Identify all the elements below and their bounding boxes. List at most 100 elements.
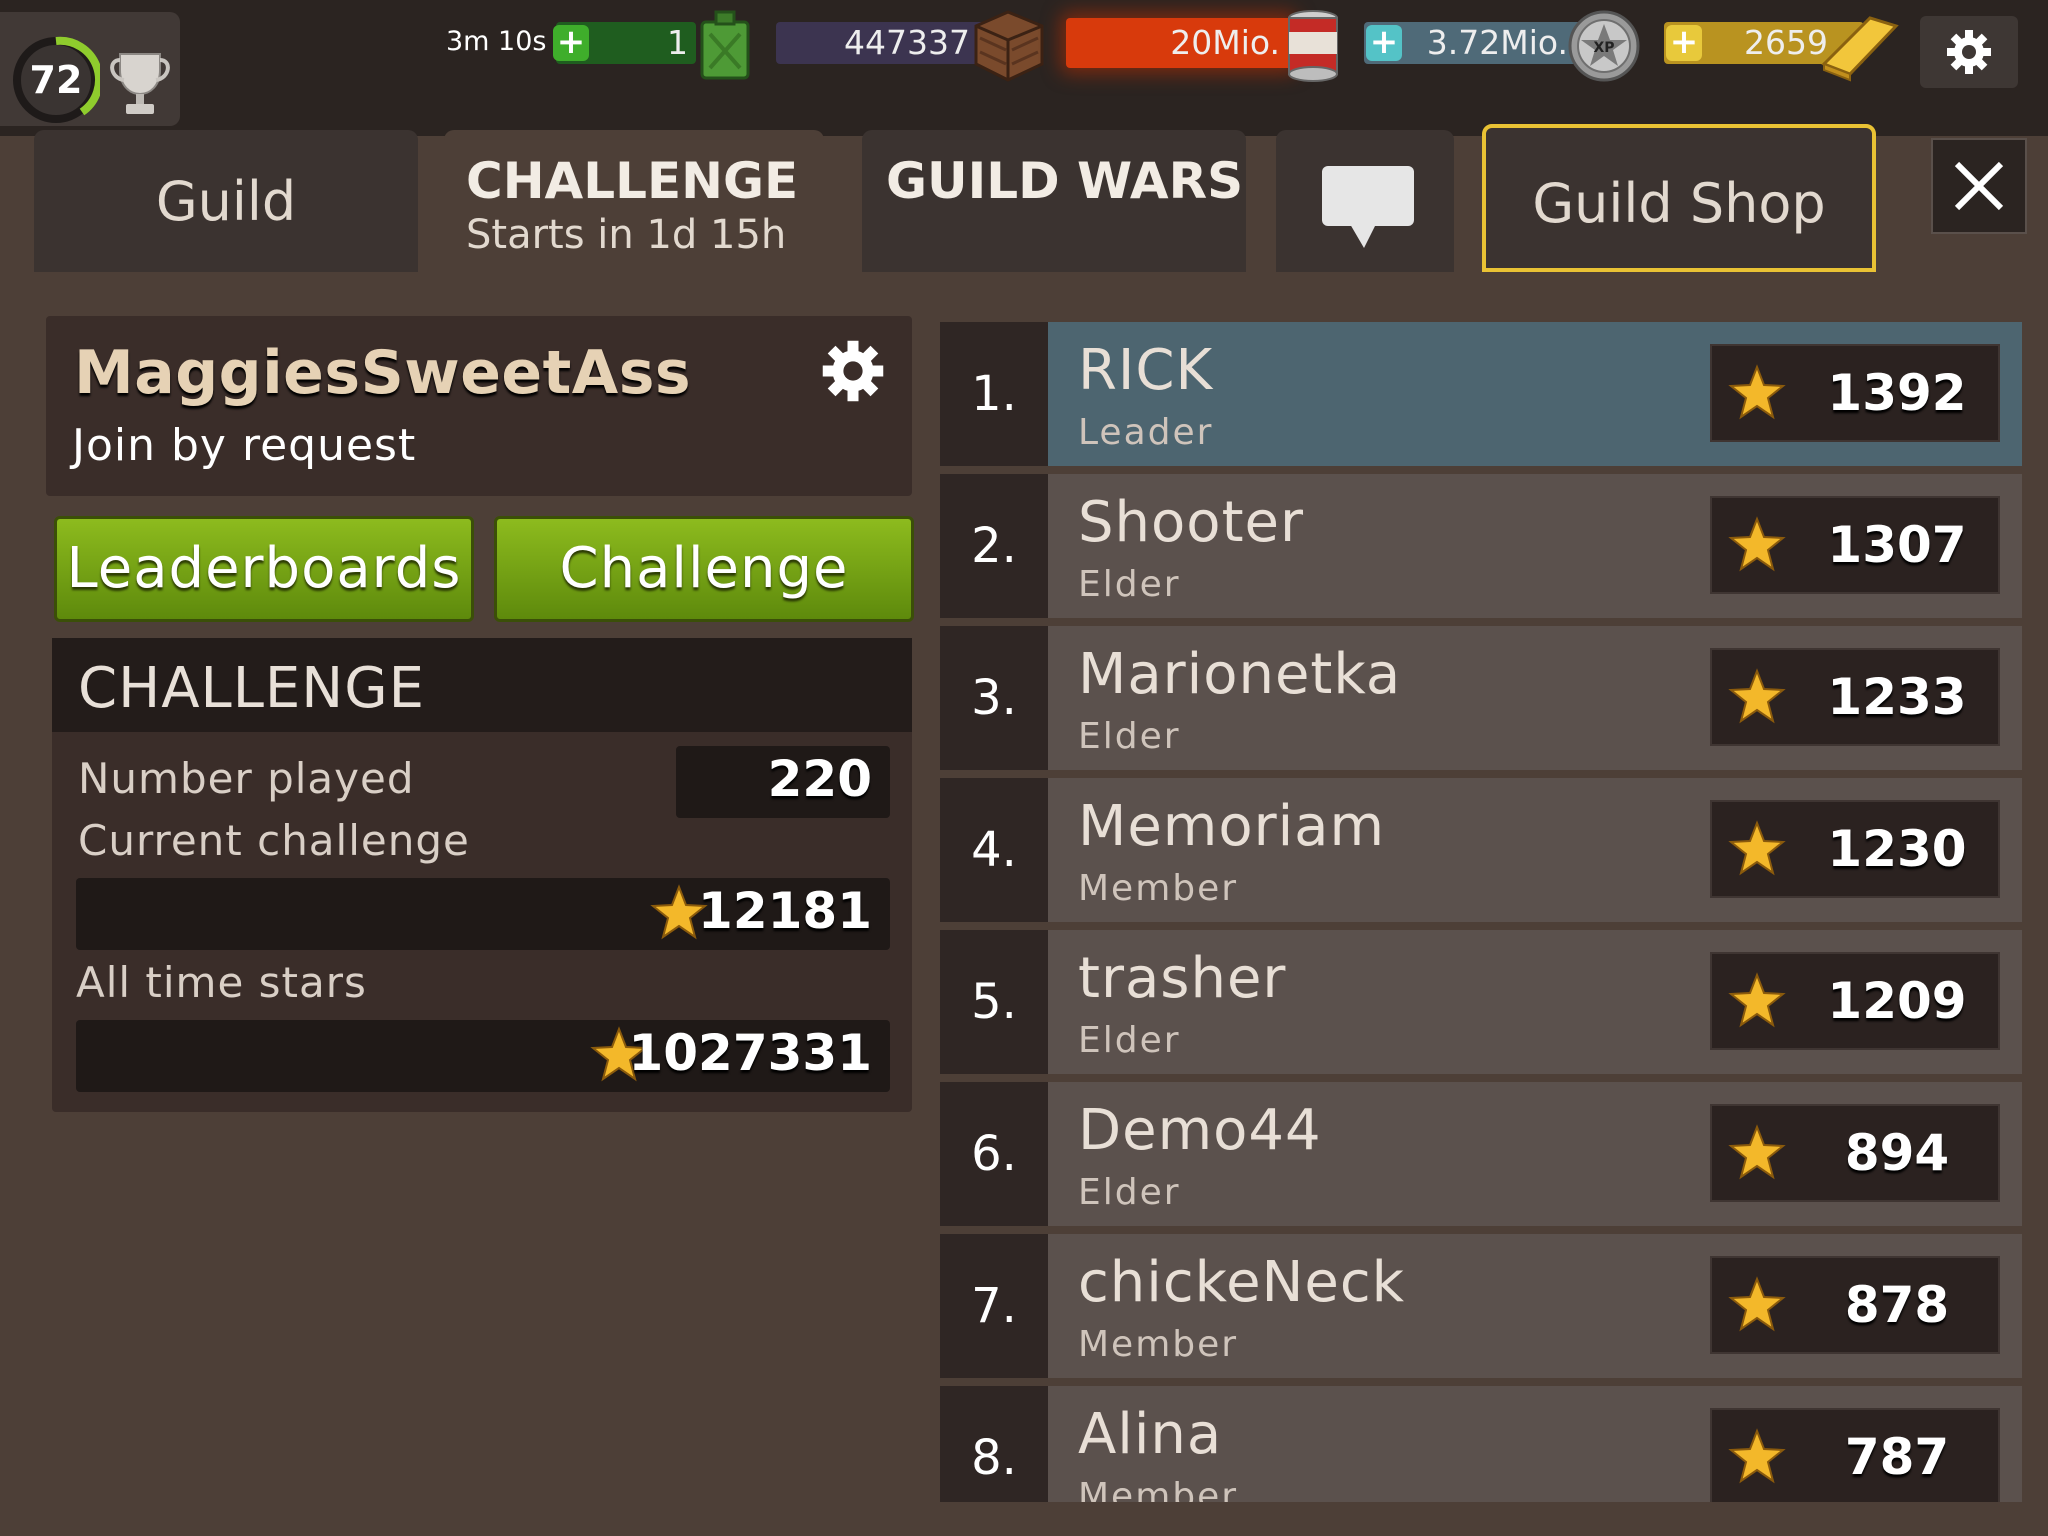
member-score-box: 1233 (1710, 648, 2000, 746)
rank-number: 2. (971, 518, 1017, 574)
xp-value: 3.72Mio. (1426, 23, 1568, 62)
member-score-box: 1307 (1710, 496, 2000, 594)
all-time-stars-value: 1027331 (628, 1024, 872, 1082)
member-score: 878 (1844, 1276, 1950, 1334)
list-item[interactable]: 5. trasher Elder 1209 (940, 930, 2022, 1074)
all-time-stars-label: All time stars (76, 958, 367, 1007)
rank-number: 5. (971, 974, 1017, 1030)
star-icon (1728, 1276, 1786, 1332)
leaderboards-button[interactable]: Leaderboards (54, 516, 474, 622)
player-level: 72 (29, 58, 83, 102)
member-score-box: 878 (1710, 1256, 2000, 1354)
member-role: Elder (1078, 1020, 1181, 1061)
challenge-stats-title: CHALLENGE (78, 656, 425, 721)
supplies-value: 447337 (844, 23, 970, 62)
list-item[interactable]: 8. Alina Member 787 (940, 1386, 2022, 1502)
rank-cell: 1. (940, 322, 1048, 466)
number-played-label: Number played (78, 754, 415, 803)
rank-cell: 3. (940, 626, 1048, 770)
trophy-icon (110, 53, 170, 114)
rank-number: 6. (971, 1126, 1017, 1182)
number-played-value: 220 (767, 750, 872, 808)
rank-number: 8. (971, 1430, 1017, 1486)
all-time-stars-box: 1027331 (76, 1020, 890, 1092)
tab-guild-wars[interactable]: GUILD WARS (862, 130, 1246, 272)
star-icon (1728, 1428, 1786, 1484)
guild-info-card: MaggiesSweetAss Join by request (46, 316, 912, 496)
rank-number: 1. (971, 366, 1017, 422)
fuel-can-icon (700, 10, 750, 80)
member-leaderboard[interactable]: 1. RICK Leader 1392 2. Shooter Elder 130… (940, 322, 2022, 1502)
gear-icon (1947, 30, 1991, 74)
guild-join-policy: Join by request (72, 420, 417, 471)
challenge-button[interactable]: Challenge (494, 516, 914, 622)
member-role: Elder (1078, 1172, 1181, 1213)
gear-icon[interactable] (820, 338, 886, 404)
rank-number: 7. (971, 1278, 1017, 1334)
fuel-value: 1 (667, 23, 688, 62)
member-name: Alina (1078, 1402, 1223, 1467)
close-icon (1954, 161, 2004, 211)
member-score: 894 (1844, 1124, 1950, 1182)
member-score: 1392 (1827, 364, 1967, 422)
chat-bubble-icon (1322, 166, 1414, 248)
tab-chat[interactable] (1276, 130, 1454, 272)
member-score: 1233 (1827, 668, 1967, 726)
list-item[interactable]: 2. Shooter Elder 1307 (940, 474, 2022, 618)
guild-name: MaggiesSweetAss (74, 338, 692, 408)
list-item[interactable]: 1. RICK Leader 1392 (940, 322, 2022, 466)
star-icon (1728, 364, 1786, 420)
tab-challenge-title: CHALLENGE (466, 152, 799, 210)
list-item[interactable]: 6. Demo44 Elder 894 (940, 1082, 2022, 1226)
svg-text:XP: XP (1593, 40, 1614, 56)
star-icon (1728, 516, 1786, 572)
list-item[interactable]: 7. chickeNeck Member 878 (940, 1234, 2022, 1378)
member-score-box: 1230 (1710, 800, 2000, 898)
member-role: Member (1078, 1324, 1239, 1365)
number-played-box: 220 (676, 746, 890, 818)
star-icon (1728, 972, 1786, 1028)
tab-guild-label: Guild (155, 170, 297, 233)
food-value: 20Mio. (1170, 23, 1280, 62)
member-name: Memoriam (1078, 794, 1386, 859)
gold-value: 2659 (1744, 23, 1828, 62)
current-challenge-value: 12181 (698, 882, 872, 940)
plus-icon[interactable]: + (553, 25, 589, 61)
plus-icon[interactable]: + (1366, 25, 1402, 61)
tab-guild[interactable]: Guild (34, 130, 418, 272)
top-resource-bar: 72 3m 10s + 1 447337 20Mio. + 3.72Mio. X… (0, 0, 2048, 136)
settings-button[interactable] (1920, 16, 2018, 88)
member-score-box: 894 (1710, 1104, 2000, 1202)
member-score-box: 1392 (1710, 344, 2000, 442)
current-challenge-box: 12181 (76, 878, 890, 950)
list-item[interactable]: 4. Memoriam Member 1230 (940, 778, 2022, 922)
player-level-badge[interactable]: 72 (0, 12, 180, 126)
rank-cell: 8. (940, 1386, 1048, 1502)
challenge-stats-panel: CHALLENGE Number played 220 Current chal… (52, 638, 912, 1112)
plus-icon[interactable]: + (1666, 25, 1702, 61)
rank-cell: 6. (940, 1082, 1048, 1226)
member-name: RICK (1078, 338, 1214, 403)
tab-challenge-countdown: Starts in 1d 15h (466, 212, 787, 258)
rank-number: 3. (971, 670, 1017, 726)
star-icon (1728, 1124, 1786, 1180)
member-score: 1209 (1827, 972, 1967, 1030)
member-name: chickeNeck (1078, 1250, 1406, 1315)
food-can-icon (1288, 10, 1338, 82)
member-name: Marionetka (1078, 642, 1402, 707)
tab-challenge[interactable]: CHALLENGE Starts in 1d 15h (444, 130, 824, 272)
rank-cell: 2. (940, 474, 1048, 618)
close-button[interactable] (1931, 138, 2027, 234)
member-role: Leader (1078, 412, 1214, 453)
member-name: Demo44 (1078, 1098, 1322, 1163)
tab-guild-shop[interactable]: Guild Shop (1482, 124, 1876, 272)
member-role: Elder (1078, 564, 1181, 605)
member-role: Member (1078, 868, 1239, 909)
member-name: trasher (1078, 946, 1287, 1011)
rank-cell: 7. (940, 1234, 1048, 1378)
member-role: Member (1078, 1476, 1239, 1502)
star-icon (1728, 820, 1786, 876)
energy-refill-timer: 3m 10s (446, 26, 547, 57)
rank-cell: 5. (940, 930, 1048, 1074)
list-item[interactable]: 3. Marionetka Elder 1233 (940, 626, 2022, 770)
